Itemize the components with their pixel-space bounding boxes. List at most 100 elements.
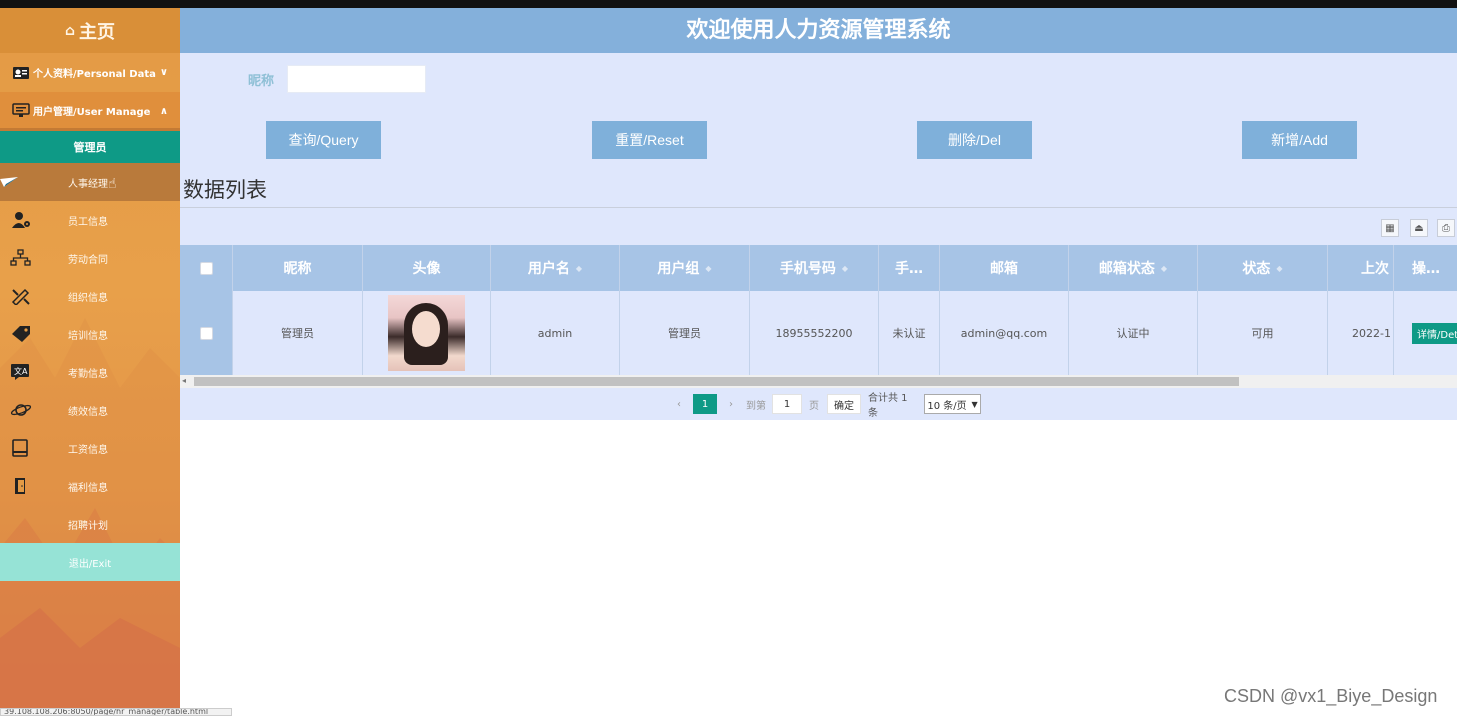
column-header-label: 用户组: [657, 261, 700, 277]
avatar[interactable]: [388, 295, 465, 371]
pagination: ‹ 1 › 到第 1 页 确定 合计共 1 条 10 条/页 ▼: [180, 393, 1457, 419]
sidebar-item-label: 福利信息: [68, 483, 108, 494]
goto-label-text: 到第: [746, 400, 766, 412]
cell-value: 认证中: [1116, 327, 1150, 340]
query-button[interactable]: 查询/Query: [266, 121, 381, 159]
cell-phone: 18955552200: [750, 291, 879, 375]
sidebar-item-welfare-info[interactable]: 福利信息: [0, 467, 180, 505]
page-size-value: 10 条/页: [927, 400, 967, 412]
sidebar-item-label: 员工信息: [68, 217, 108, 228]
sort-icon[interactable]: ◆: [842, 264, 848, 273]
menu-group-label: 用户管理/User Manage: [33, 106, 151, 118]
home-icon: ⌂: [64, 22, 76, 39]
door-icon: [15, 478, 25, 494]
cell-nickname: 管理员: [233, 291, 363, 375]
table-header: 昵称 头像 用户名 ◆ 用户组 ◆ 手机号码 ◆ 手… 邮箱 邮箱状态 ◆ 状态 ◆ 上次…: [180, 245, 1457, 291]
column-header-phone[interactable]: 手机号码 ◆: [750, 245, 879, 291]
sidebar-item-hr-manager[interactable]: 人事经理 ☝: [0, 163, 180, 201]
exit-button[interactable]: 退出/Exit: [0, 543, 180, 581]
scrollbar-thumb[interactable]: [194, 377, 1239, 386]
column-header-action: 操…: [1394, 245, 1457, 291]
delete-button[interactable]: 删除/Del: [917, 121, 1032, 159]
menu-group-label: 个人资料/Personal Data: [33, 69, 156, 80]
total-count-text: 合计共 1 条: [868, 393, 908, 419]
org-chart-icon: [10, 249, 31, 266]
sort-icon[interactable]: ◆: [1276, 264, 1282, 273]
add-button[interactable]: 新增/Add: [1242, 121, 1357, 159]
column-header-email-status[interactable]: 邮箱状态 ◆: [1069, 245, 1198, 291]
select-all-cell: [180, 245, 233, 291]
sidebar-item-performance-info[interactable]: 绩效信息: [0, 391, 180, 429]
goto-confirm-button[interactable]: 确定: [827, 394, 861, 414]
menu-group-user-manage[interactable]: 用户管理/User Manage ∧: [0, 92, 180, 131]
detail-button[interactable]: 详情/Deta: [1412, 322, 1457, 344]
sidebar-item-label: 招聘计划: [68, 521, 108, 532]
sidebar-item-admin[interactable]: 管理员: [0, 131, 180, 163]
column-header-group[interactable]: 用户组 ◆: [620, 245, 750, 291]
cell-status: 可用: [1198, 291, 1328, 375]
reset-button[interactable]: 重置/Reset: [592, 121, 707, 159]
svg-text:文A: 文A: [14, 366, 28, 376]
print-icon[interactable]: ⎙: [1437, 219, 1455, 237]
cell-last-login: 2022-1: [1328, 291, 1394, 375]
sidebar-item-label: 劳动合同: [68, 255, 108, 266]
sidebar: ⌂ 主页 个人资料/Personal Data ∨ 用户管理/User Mana…: [0, 8, 180, 708]
sidebar-item-labor-contract[interactable]: 劳动合同: [0, 239, 180, 277]
confirm-label: 确定: [834, 400, 854, 412]
column-header-nickname: 昵称: [233, 245, 363, 291]
sidebar-item-recruitment-plan[interactable]: 招聘计划: [0, 505, 180, 543]
column-header-email: 邮箱: [940, 245, 1069, 291]
watermark: CSDN @vx1_Biye_Design: [1224, 686, 1437, 707]
column-header-status[interactable]: 状态 ◆: [1198, 245, 1328, 291]
cell-avatar: [363, 291, 491, 375]
sidebar-item-employee-info[interactable]: 员工信息: [0, 201, 180, 239]
exit-label: 退出/Exit: [68, 558, 112, 570]
search-label: 昵称: [248, 74, 275, 89]
column-header-username[interactable]: 用户名 ◆: [491, 245, 620, 291]
avatar-face: [412, 311, 440, 347]
page-size-select[interactable]: 10 条/页 ▼: [924, 394, 981, 414]
sort-icon[interactable]: ◆: [1161, 264, 1167, 273]
select-all-checkbox[interactable]: [199, 261, 213, 275]
cell-value: 18955552200: [775, 326, 853, 340]
planet-icon: [10, 404, 32, 416]
columns-filter-icon[interactable]: ▦: [1381, 219, 1399, 237]
sidebar-item-attendance-info[interactable]: 文A 考勤信息: [0, 353, 180, 391]
column-header-label: 手机号码: [779, 261, 836, 277]
hand-cursor-icon: ☝: [108, 176, 117, 192]
menu-group-personal-data[interactable]: 个人资料/Personal Data ∨: [0, 53, 180, 92]
data-table-area: ▦ ⏏ ⎙ 昵称 头像 用户名 ◆ 用户组 ◆ 手机号码 ◆ 手… 邮箱 邮箱状态 ◆ …: [180, 208, 1457, 420]
watermark-text: CSDN @vx1_Biye_Design: [1224, 686, 1438, 706]
row-checkbox[interactable]: [199, 326, 213, 340]
sidebar-item-label: 绩效信息: [68, 407, 108, 418]
sort-icon[interactable]: ◆: [576, 264, 582, 273]
goto-page-input[interactable]: 1: [772, 394, 802, 414]
table-row[interactable]: 管理员 admin 管理员 18955552200 未认证 admin@qq.c…: [180, 291, 1457, 375]
total-count: 合计共 1 条: [868, 393, 918, 419]
sort-icon[interactable]: ◆: [705, 264, 711, 273]
horizontal-scrollbar[interactable]: ◂: [180, 375, 1457, 388]
nickname-search-input[interactable]: [287, 65, 426, 93]
cell-email: admin@qq.com: [940, 291, 1069, 375]
cell-value: admin@qq.com: [960, 326, 1048, 340]
row-select-cell: [180, 291, 233, 375]
cell-value: 管理员: [668, 327, 701, 340]
prev-page-icon[interactable]: ‹: [672, 394, 686, 414]
sidebar-item-label: 人事经理: [68, 179, 108, 190]
cell-group: 管理员: [620, 291, 750, 375]
column-header-last-login: 上次: [1328, 245, 1394, 291]
sidebar-item-training-info[interactable]: 培训信息: [0, 315, 180, 353]
home-link[interactable]: ⌂ 主页: [0, 8, 180, 53]
sidebar-item-organization-info[interactable]: 组织信息: [0, 277, 180, 315]
window-top-bar: [0, 0, 1457, 8]
cell-phone-status: 未认证: [879, 291, 940, 375]
cell-value: 管理员: [281, 327, 314, 340]
next-page-icon[interactable]: ›: [724, 394, 738, 414]
sidebar-item-label: 培训信息: [68, 331, 108, 342]
export-icon[interactable]: ⏏: [1410, 219, 1428, 237]
sidebar-item-salary-info[interactable]: 工资信息: [0, 429, 180, 467]
personal-card-icon: [13, 66, 29, 79]
column-header-label: 上次: [1361, 261, 1389, 277]
scroll-left-icon[interactable]: ◂: [182, 376, 186, 385]
page-1-button[interactable]: 1: [693, 394, 717, 414]
